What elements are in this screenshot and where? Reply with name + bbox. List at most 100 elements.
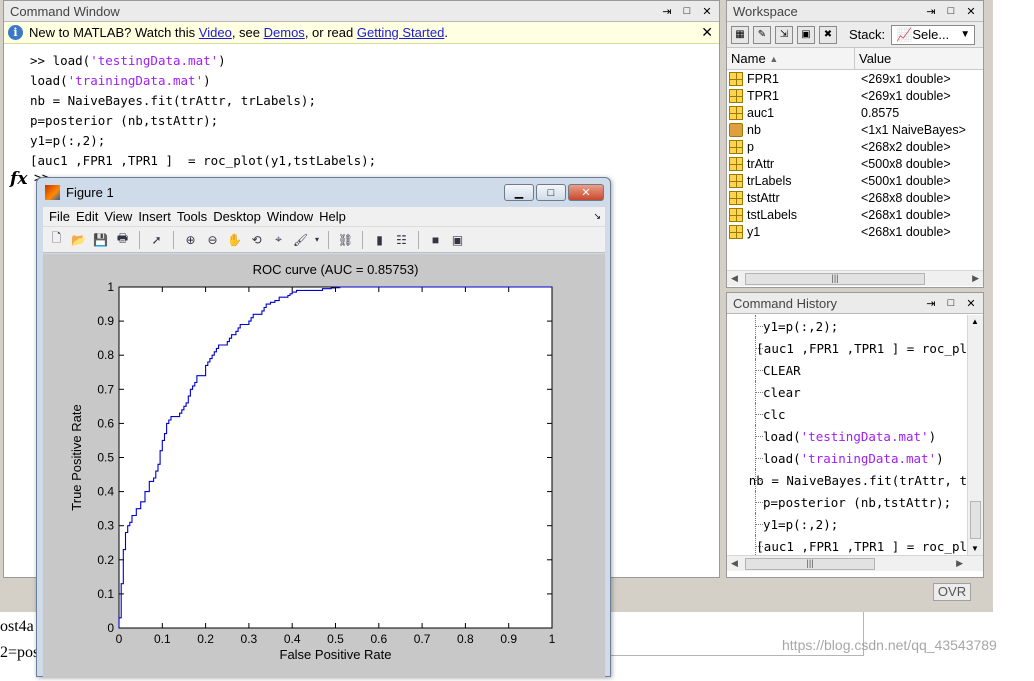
zoom-out-icon[interactable]: ⊖: [203, 230, 222, 249]
show-plot-tools-icon[interactable]: ▣: [448, 230, 467, 249]
scroll-down-icon[interactable]: ▼: [971, 544, 979, 553]
print-icon[interactable]: 🖶: [113, 230, 132, 249]
video-link[interactable]: Video: [199, 25, 232, 40]
menu-window[interactable]: Window: [267, 209, 313, 224]
string-literal: 'testingData.mat': [800, 428, 929, 444]
history-item[interactable]: [auc1 ,FPR1 ,TPR1 ] = roc_pl: [727, 535, 967, 555]
name-column-header[interactable]: Name ▲: [727, 48, 855, 69]
command-history-panel[interactable]: Command History ⇥ □ ✕ y1=p(:,2); [auc1 ,F…: [726, 292, 984, 578]
undock-icon[interactable]: ⇥: [923, 295, 939, 311]
rotate-3d-icon[interactable]: ⟲: [247, 230, 266, 249]
import-data-icon[interactable]: ⇲: [775, 25, 793, 44]
save-workspace-icon[interactable]: ▣: [797, 25, 815, 44]
workspace-variable-row[interactable]: tstAttr <268x8 double>: [727, 189, 983, 206]
history-item[interactable]: clc: [727, 403, 967, 425]
workspace-variable-row[interactable]: tstLabels <268x1 double>: [727, 206, 983, 223]
plot-area[interactable]: ROC curve (AUC = 0.85753) 0 0.1 0.2 0.3 0.4 0.…: [43, 254, 605, 678]
command-line: >> load('testingData.mat'): [30, 51, 376, 71]
scroll-right-icon[interactable]: ▶: [956, 558, 963, 569]
edit-plot-icon[interactable]: ➚: [147, 230, 166, 249]
menu-file[interactable]: File: [49, 209, 70, 224]
history-item[interactable]: clear: [727, 381, 967, 403]
new-variable-icon[interactable]: ▦: [731, 25, 749, 44]
legend-icon[interactable]: ☷: [392, 230, 411, 249]
scrollbar-thumb[interactable]: |||: [745, 558, 875, 570]
maximize-icon[interactable]: □: [943, 295, 959, 311]
undock-icon[interactable]: ⇥: [659, 3, 675, 19]
variable-name: nb: [747, 122, 761, 137]
history-item[interactable]: y1=p(:,2);: [727, 513, 967, 535]
workspace-variable-row[interactable]: auc1 0.8575: [727, 104, 983, 121]
menu-insert[interactable]: Insert: [138, 209, 171, 224]
workspace-variable-row[interactable]: FPR1 <269x1 double>: [727, 70, 983, 87]
workspace-variable-row[interactable]: nb <1x1 NaiveBayes>: [727, 121, 983, 138]
menu-help[interactable]: Help: [319, 209, 346, 224]
maximize-icon[interactable]: □: [943, 3, 959, 19]
history-item[interactable]: nb = NaiveBayes.fit(trAttr, t: [727, 469, 967, 491]
roc-chart[interactable]: ROC curve (AUC = 0.85753) 0 0.1 0.2 0.3 0.4 0.…: [43, 254, 605, 678]
scrollbar-thumb[interactable]: [970, 501, 981, 539]
menu-view[interactable]: View: [104, 209, 132, 224]
history-item[interactable]: p=posterior (nb,tstAttr);: [727, 491, 967, 513]
code-text: load(: [30, 73, 68, 88]
undock-icon[interactable]: ⇥: [923, 3, 939, 19]
workspace-variable-row[interactable]: TPR1 <269x1 double>: [727, 87, 983, 104]
data-cursor-icon[interactable]: ⌖: [269, 230, 288, 249]
link-plot-icon[interactable]: ⛓: [336, 230, 355, 249]
minimize-button[interactable]: ▁: [504, 184, 534, 201]
pan-icon[interactable]: ✋: [225, 230, 244, 249]
history-item[interactable]: y1=p(:,2);: [727, 315, 967, 337]
maximize-button[interactable]: □: [536, 184, 566, 201]
demos-link[interactable]: Demos: [264, 25, 305, 40]
variable-name: trLabels: [747, 173, 792, 188]
history-horizontal-scrollbar[interactable]: ◀ ||| ▶: [727, 555, 983, 571]
menu-tools[interactable]: Tools: [177, 209, 207, 224]
figure-window[interactable]: Figure 1 ▁ □ ✕ File Edit View Insert Tools De…: [36, 177, 611, 678]
x-tick-label: 0.2: [197, 632, 214, 646]
brush-icon[interactable]: 🖌: [291, 230, 310, 249]
sort-ascending-icon: ▲: [769, 53, 779, 64]
stack-select[interactable]: 📈 Sele... ▼: [891, 24, 976, 45]
scroll-up-icon[interactable]: ▲: [971, 317, 979, 326]
figure-toolbar: 🗋 📂 💾 🖶 ➚ ⊕ ⊖ ✋ ⟲ ⌖ 🖌 ▾ ⛓ ▮ ☷ ■ ▣: [43, 226, 605, 253]
menu-edit[interactable]: Edit: [76, 209, 98, 224]
menu-desktop[interactable]: Desktop: [213, 209, 261, 224]
history-item[interactable]: [auc1 ,FPR1 ,TPR1 ] = roc_pl: [727, 337, 967, 359]
close-icon[interactable]: ✕: [963, 295, 979, 311]
scroll-right-icon[interactable]: ▶: [972, 273, 979, 284]
scroll-left-icon[interactable]: ◀: [731, 558, 738, 569]
close-icon[interactable]: ✕: [963, 3, 979, 19]
history-item[interactable]: CLEAR: [727, 359, 967, 381]
new-figure-icon[interactable]: 🗋: [47, 230, 66, 249]
tree-connector: [727, 403, 763, 425]
workspace-variable-row[interactable]: trAttr <500x8 double>: [727, 155, 983, 172]
workspace-variable-row[interactable]: y1 <268x1 double>: [727, 223, 983, 240]
figure-titlebar[interactable]: Figure 1 ▁ □ ✕: [37, 178, 610, 207]
colorbar-icon[interactable]: ▮: [370, 230, 389, 249]
open-variable-icon[interactable]: ✎: [753, 25, 771, 44]
history-item[interactable]: load('testingData.mat'): [727, 425, 967, 447]
scroll-left-icon[interactable]: ◀: [731, 273, 738, 284]
tree-connector: [727, 447, 763, 469]
value-column-header[interactable]: Value: [855, 48, 891, 69]
delete-variable-icon[interactable]: ✖: [819, 25, 837, 44]
scrollbar-thumb[interactable]: |||: [745, 273, 925, 285]
maximize-icon[interactable]: □: [679, 3, 695, 19]
getting-started-link[interactable]: Getting Started: [357, 25, 444, 40]
fx-icon[interactable]: fx: [10, 169, 27, 189]
chevron-down-icon[interactable]: ▾: [313, 230, 321, 249]
workspace-variable-row[interactable]: trLabels <500x1 double>: [727, 172, 983, 189]
zoom-in-icon[interactable]: ⊕: [181, 230, 200, 249]
hide-plot-tools-icon[interactable]: ■: [426, 230, 445, 249]
close-icon[interactable]: ✕: [699, 3, 715, 19]
dock-figure-icon[interactable]: ↘: [593, 211, 601, 222]
history-item[interactable]: load('trainingData.mat'): [727, 447, 967, 469]
workspace-variable-row[interactable]: p <268x2 double>: [727, 138, 983, 155]
close-button[interactable]: ✕: [568, 184, 604, 201]
history-vertical-scrollbar[interactable]: ▲ ▼: [967, 315, 983, 555]
workspace-panel[interactable]: Workspace ⇥ □ ✕ ▦ ✎ ⇲ ▣ ✖ Stack: 📈 Sele.…: [726, 0, 984, 288]
workspace-horizontal-scrollbar[interactable]: ◀ ||| ▶: [727, 270, 983, 286]
open-file-icon[interactable]: 📂: [69, 230, 88, 249]
save-icon[interactable]: 💾: [91, 230, 110, 249]
close-news-icon[interactable]: ✕: [701, 24, 713, 41]
